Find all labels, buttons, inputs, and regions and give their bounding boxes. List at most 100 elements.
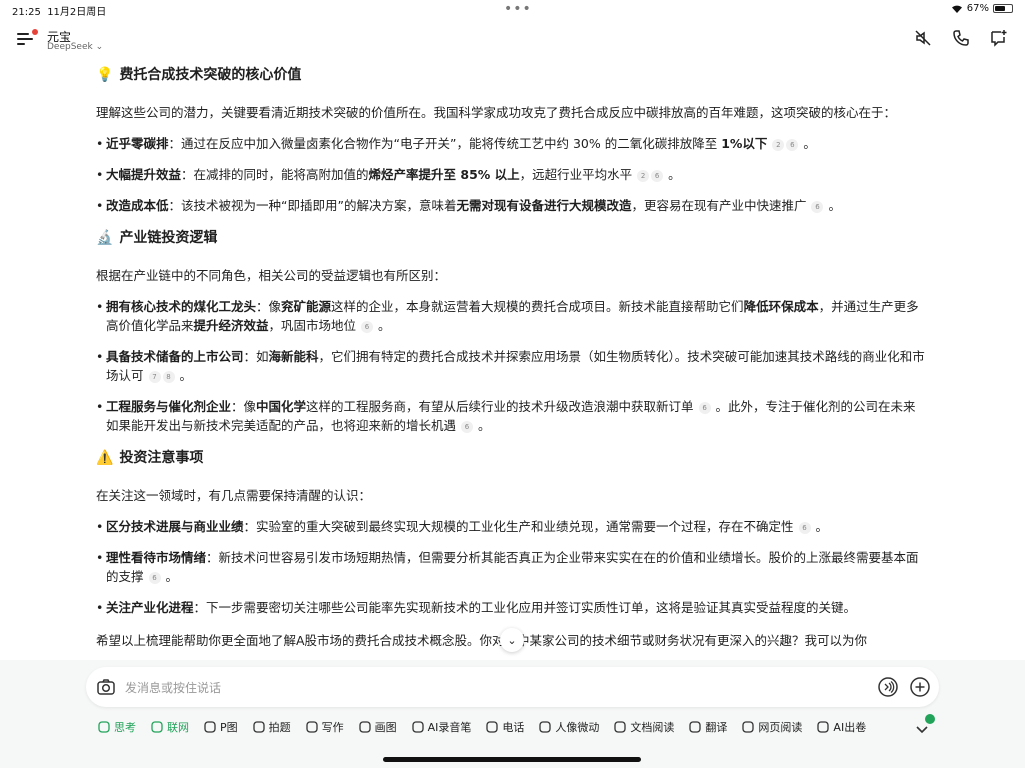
tool-globe[interactable]: 联网 bbox=[150, 719, 189, 735]
citation-badge[interactable]: 6 bbox=[698, 402, 711, 414]
list-item: 大幅提升效益：在减排的同时，能将高附加值的烯烃产率提升至 85% 以上，远超行业… bbox=[96, 165, 926, 184]
citation-badge[interactable]: 8 bbox=[162, 371, 175, 383]
tool-label: AI录音笔 bbox=[427, 721, 472, 734]
camera-scan-icon bbox=[252, 721, 265, 733]
section-title: 🔬 产业链投资逻辑 bbox=[96, 230, 218, 246]
citation-badge[interactable]: 6 bbox=[798, 522, 811, 534]
list-item: 理性看待市场情绪：新技术问世容易引发市场短期热情，但需要分析其能否真正为企业带来… bbox=[96, 548, 926, 586]
book-icon bbox=[614, 721, 627, 733]
paragraph: 在关注这一领域时，有几点需要保持清醒的认识： bbox=[96, 488, 372, 503]
tool-label: 翻译 bbox=[705, 721, 728, 734]
active-tools-badge bbox=[925, 714, 935, 724]
citation-badge[interactable]: 6 bbox=[148, 572, 161, 584]
recorder-icon bbox=[411, 721, 424, 733]
translate-icon bbox=[689, 721, 702, 733]
tool-label: 画图 bbox=[374, 721, 397, 734]
exam-icon bbox=[817, 721, 830, 733]
tool-bar: 思考 联网 P图 拍题 写作 画图 AI录音笔 电话 人像微动 文档阅读 翻译 网页阅读 AI出卷 bbox=[97, 719, 866, 735]
status-right: 67% bbox=[951, 3, 1013, 14]
tool-exam[interactable]: AI出卷 bbox=[816, 719, 866, 735]
list-item: 拥有核心技术的煤化工龙头：像兖矿能源这样的企业，本身就运营着大规模的费托合成项目… bbox=[96, 297, 926, 335]
tool-label: 人像微动 bbox=[555, 721, 600, 734]
wifi-icon bbox=[951, 5, 962, 13]
tool-palette[interactable]: 画图 bbox=[358, 719, 397, 735]
multitask-dots[interactable]: ••• bbox=[504, 1, 532, 17]
list-item: 关注产业化进程：下一步需要密切关注哪些公司能率先实现新技术的工业化应用并签订实质… bbox=[96, 598, 926, 617]
bullet-list: 拥有核心技术的煤化工龙头：像兖矿能源这样的企业，本身就运营着大规模的费托合成项目… bbox=[96, 297, 926, 435]
header-actions bbox=[913, 28, 1009, 48]
input-placeholder: 发消息或按住说话 bbox=[125, 681, 222, 695]
tool-translate[interactable]: 翻译 bbox=[688, 719, 727, 735]
status-bar: 21:25 11月2日周日 ••• 67% bbox=[0, 0, 1025, 20]
tool-phone[interactable]: 电话 bbox=[485, 719, 524, 735]
list-item: 具备技术储备的上市公司：如海新能科，它们拥有特定的费托合成技术并探索应用场景（如… bbox=[96, 347, 926, 385]
link-icon bbox=[742, 721, 755, 733]
tool-label: 电话 bbox=[502, 721, 525, 734]
citation-badge[interactable]: 6 bbox=[651, 170, 664, 182]
citation-badge[interactable]: 7 bbox=[148, 371, 161, 383]
citation-badge[interactable]: 2 bbox=[637, 170, 650, 182]
notification-dot bbox=[32, 29, 38, 35]
camera-icon[interactable] bbox=[96, 677, 116, 697]
globe-icon bbox=[151, 721, 163, 733]
tool-link[interactable]: 网页阅读 bbox=[741, 719, 802, 735]
paragraph: 理解这些公司的潜力，关键要看清近期技术突破的价值所在。我国科学家成功攻克了费托合… bbox=[96, 105, 897, 120]
section-title: 💡 费托合成技术突破的核心价值 bbox=[96, 67, 302, 83]
menu-button[interactable] bbox=[16, 29, 38, 48]
bullet-list: 区分技术进展与商业业绩：实验室的重大突破到最终实现大规模的工业化生产和业绩兑现，… bbox=[96, 517, 926, 617]
citation-badge[interactable]: 6 bbox=[461, 421, 473, 433]
header: 元宝 DeepSeek ⌄ bbox=[0, 22, 1025, 60]
chevron-down-icon: ⌄ bbox=[95, 42, 104, 52]
status-time: 21:25 11月2日周日 bbox=[12, 7, 107, 18]
chat-message: 💡 费托合成技术突破的核心价值 理解这些公司的潜力，关键要看清近期技术突破的价值所… bbox=[96, 62, 926, 660]
tool-label: P图 bbox=[220, 721, 238, 734]
citation-badge[interactable]: 6 bbox=[811, 201, 824, 213]
tool-label: 写作 bbox=[321, 721, 344, 734]
tool-book[interactable]: 文档阅读 bbox=[613, 719, 674, 735]
citation-badge[interactable]: 2 bbox=[772, 139, 785, 151]
citation-badge[interactable]: 6 bbox=[786, 139, 799, 151]
tool-pen[interactable]: 写作 bbox=[305, 719, 344, 735]
citation-badge[interactable]: 6 bbox=[361, 321, 374, 333]
brain-icon bbox=[98, 721, 110, 733]
list-item: 近乎零碳排：通过在反应中加入微量卤素化合物作为“电子开关”，能将传统工艺中约 3… bbox=[96, 134, 926, 153]
composer: 发消息或按住说话 思考 联网 P图 拍题 写作 画图 AI录音笔 电话 人像微动 文档阅读 翻译 网页… bbox=[0, 660, 1025, 768]
lightbulb-icon: 💡 bbox=[96, 67, 114, 83]
tool-label: 文档阅读 bbox=[630, 721, 675, 734]
list-item: 工程服务与催化剂企业：像中国化学这样的工程服务商，有望从后续行业的技术升级改造浪… bbox=[96, 397, 926, 435]
tool-label: AI出卷 bbox=[833, 721, 867, 734]
tool-label: 联网 bbox=[167, 721, 189, 734]
tool-label: 网页阅读 bbox=[758, 721, 803, 734]
picture-icon bbox=[204, 721, 216, 733]
tool-recorder[interactable]: AI录音笔 bbox=[411, 719, 472, 735]
tool-camera-scan[interactable]: 拍题 bbox=[252, 719, 291, 735]
tool-picture[interactable]: P图 bbox=[203, 719, 238, 735]
home-indicator[interactable] bbox=[383, 757, 641, 762]
tool-label: 思考 bbox=[114, 721, 136, 734]
microscope-icon: 🔬 bbox=[96, 230, 114, 246]
phone-icon[interactable] bbox=[951, 28, 971, 48]
voice-input-icon[interactable] bbox=[877, 676, 899, 698]
model-selector[interactable]: DeepSeek ⌄ bbox=[47, 42, 103, 52]
collapse-tools-button[interactable] bbox=[911, 714, 935, 740]
tool-label: 拍题 bbox=[268, 721, 291, 734]
mute-voice-icon[interactable] bbox=[913, 28, 933, 48]
warning-icon: ⚠️ bbox=[96, 450, 114, 466]
section-title: ⚠️ 投资注意事项 bbox=[96, 450, 204, 466]
new-chat-icon[interactable] bbox=[989, 28, 1009, 48]
list-item: 改造成本低：该技术被视为一种“即插即用”的解决方案，意味着无需对现有设备进行大规… bbox=[96, 196, 926, 215]
battery-percent: 67% bbox=[966, 3, 989, 14]
pen-icon bbox=[305, 721, 318, 733]
tool-brain[interactable]: 思考 bbox=[97, 719, 136, 735]
palette-icon bbox=[358, 721, 371, 733]
scroll-down-button[interactable]: ⌄ bbox=[500, 628, 524, 652]
tool-portrait[interactable]: 人像微动 bbox=[538, 719, 599, 735]
message-input[interactable]: 发消息或按住说话 bbox=[86, 667, 939, 707]
portrait-icon bbox=[539, 721, 552, 733]
paragraph: 根据在产业链中的不同角色，相关公司的受益逻辑也有所区别： bbox=[96, 268, 447, 283]
bullet-list: 近乎零碳排：通过在反应中加入微量卤素化合物作为“电子开关”，能将传统工艺中约 3… bbox=[96, 134, 926, 215]
phone-icon bbox=[486, 721, 499, 733]
list-item: 区分技术进展与商业业绩：实验室的重大突破到最终实现大规模的工业化生产和业绩兑现，… bbox=[96, 517, 926, 536]
battery-icon bbox=[993, 4, 1013, 13]
plus-icon[interactable] bbox=[909, 676, 931, 698]
